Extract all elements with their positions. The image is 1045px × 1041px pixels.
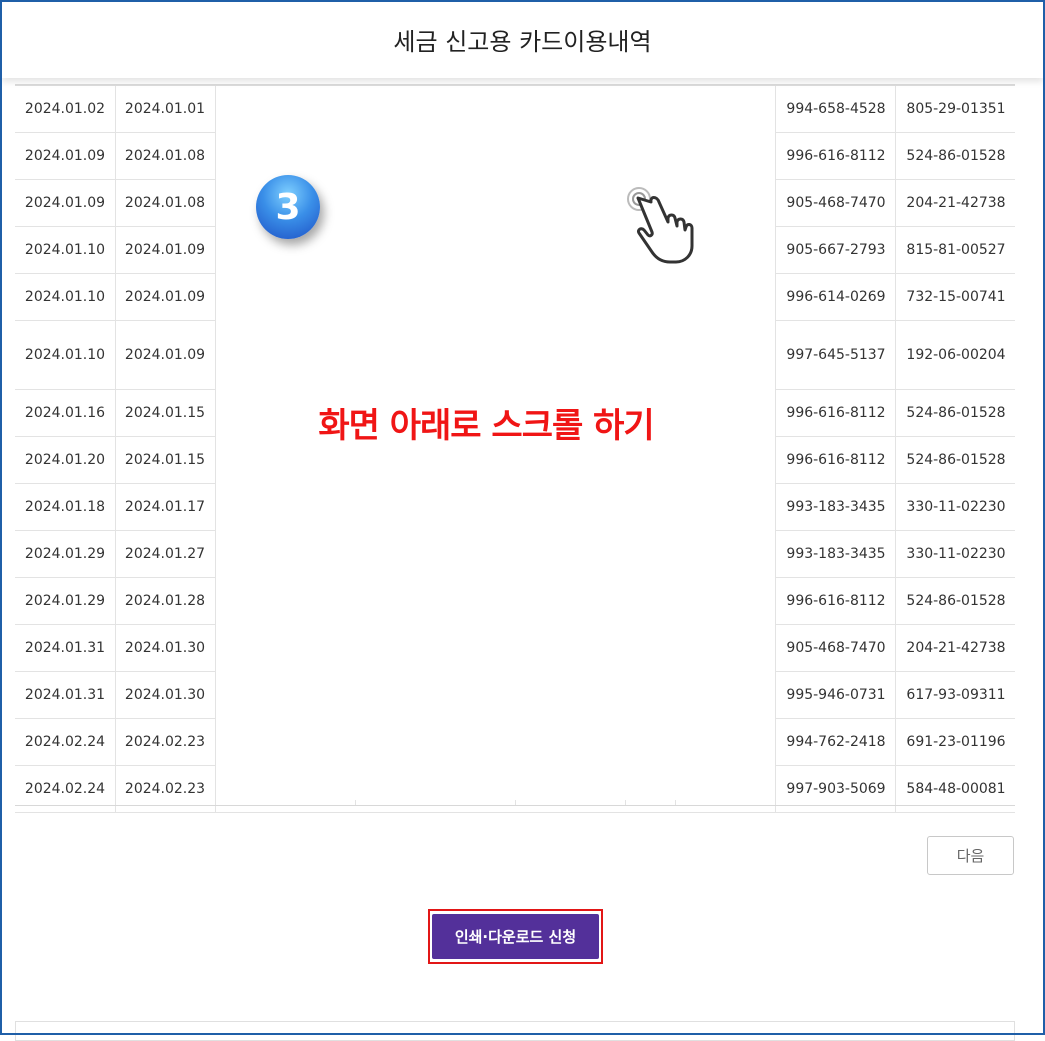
table-cell: 330-11-02230 (895, 531, 1016, 577)
table-cell: 2024.01.08 (115, 180, 216, 226)
table-cell: 2024.01.20 (15, 437, 116, 483)
page-title: 세금 신고용 카드이용내역 (393, 28, 652, 56)
table-cell: 2024.01.09 (115, 227, 216, 273)
table-cell: 2024.01.09 (15, 180, 116, 226)
table-cell: 330-11-02230 (895, 484, 1016, 530)
table-cell: 617-93-09311 (895, 672, 1016, 718)
table-cell: 2024.01.15 (115, 437, 216, 483)
table-cell: 2024.02.24 (15, 719, 116, 765)
table-cell: 815-81-00527 (895, 227, 1016, 273)
table-cell: 2024.01.09 (15, 133, 116, 179)
next-page-button[interactable]: 다음 (927, 836, 1014, 875)
step-badge: 3 (256, 175, 320, 239)
table-cell: 2024.01.01 (115, 86, 216, 132)
table-cell: 2024.01.27 (115, 531, 216, 577)
table-cell: 2024.01.17 (115, 484, 216, 530)
table-cell: 2024.01.18 (15, 484, 116, 530)
table-cell: 995-946-0731 (775, 672, 896, 718)
table-cell: 905-468-7470 (775, 625, 896, 671)
table-cell: 993-183-3435 (775, 484, 896, 530)
table-cell: 996-614-0269 (775, 274, 896, 320)
pointing-hand-tap-icon (627, 187, 694, 264)
highlight-box: 인쇄·다운로드 신청 (428, 909, 603, 964)
table-cell: 2024.01.29 (15, 531, 116, 577)
table-cell: 2024.01.09 (115, 321, 216, 389)
table-cell: 2024.01.10 (15, 274, 116, 320)
print-download-request-button[interactable]: 인쇄·다운로드 신청 (432, 914, 599, 959)
table-cell: 732-15-00741 (895, 274, 1016, 320)
page-header: 세금 신고용 카드이용내역 (2, 2, 1043, 78)
table-cell: 2024.01.30 (115, 672, 216, 718)
table-cell: 805-29-01351 (895, 86, 1016, 132)
table-cell: 2024.01.30 (115, 625, 216, 671)
table-cell: 996-616-8112 (775, 133, 896, 179)
table-cell: 994-762-2418 (775, 719, 896, 765)
bottom-panel (15, 1021, 1015, 1041)
table-cell: 192-06-00204 (895, 321, 1016, 389)
table-cell: 2024.01.16 (15, 390, 116, 436)
table-cell: 997-645-5137 (775, 321, 896, 389)
table-cell: 2024.01.09 (115, 274, 216, 320)
table-cell: 905-667-2793 (775, 227, 896, 273)
table-cell: 2024.01.02 (15, 86, 116, 132)
table-cell: 524-86-01528 (895, 133, 1016, 179)
table-cell: 2024.01.10 (15, 227, 116, 273)
table-cell: 996-616-8112 (775, 437, 896, 483)
table-cell: 905-468-7470 (775, 180, 896, 226)
table-cell: 2024.01.10 (15, 321, 116, 389)
table-cell: 204-21-42738 (895, 180, 1016, 226)
table-cell: 2024.02.23 (115, 719, 216, 765)
table-cell: 996-616-8112 (775, 390, 896, 436)
table-cell: 691-23-01196 (895, 719, 1016, 765)
scroll-down-instruction: 화면 아래로 스크롤 하기 (318, 406, 654, 446)
table-cell: 2024.01.29 (15, 578, 116, 624)
table-cell: 524-86-01528 (895, 437, 1016, 483)
table-cell: 2024.01.28 (115, 578, 216, 624)
table-cell: 2024.01.31 (15, 672, 116, 718)
table-cell: 2024.01.15 (115, 390, 216, 436)
step-number: 3 (275, 186, 301, 228)
table-bottom-border (15, 805, 1015, 806)
table-cell: 2024.01.31 (15, 625, 116, 671)
table-cell: 996-616-8112 (775, 578, 896, 624)
table-cell: 2024.01.08 (115, 133, 216, 179)
table-cell: 204-21-42738 (895, 625, 1016, 671)
table-cell: 994-658-4528 (775, 86, 896, 132)
table-cell: 993-183-3435 (775, 531, 896, 577)
table-cell: 524-86-01528 (895, 578, 1016, 624)
table-cell: 524-86-01528 (895, 390, 1016, 436)
